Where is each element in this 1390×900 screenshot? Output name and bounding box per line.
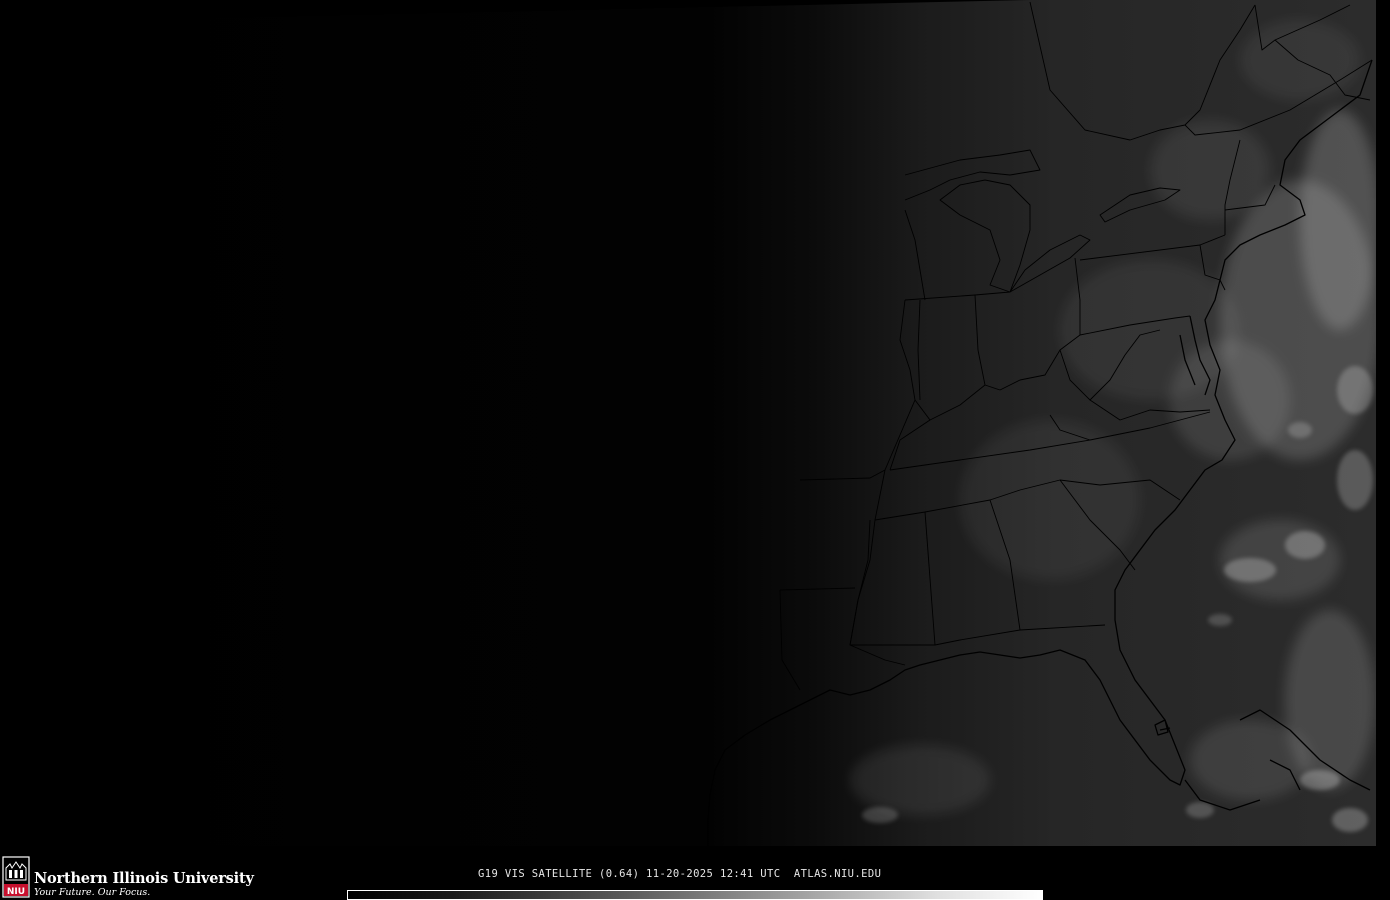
satellite-scene: NIU Northern Illinois University Your Fu… bbox=[0, 0, 1390, 900]
svg-text:NIU: NIU bbox=[7, 887, 25, 897]
university-tagline: Your Future. Our Focus. bbox=[34, 887, 151, 898]
image-footer: NIU Northern Illinois University Your Fu… bbox=[0, 848, 1390, 900]
grayscale-color-bar bbox=[347, 890, 1043, 900]
image-caption: G19 VIS SATELLITE (0.64) 11-20-2025 12:4… bbox=[478, 868, 882, 880]
no-data-edge bbox=[1376, 0, 1390, 848]
niu-logo: NIU Northern Illinois University Your Fu… bbox=[2, 856, 254, 900]
satellite-map bbox=[38, 0, 1390, 848]
niu-seal-icon: NIU bbox=[2, 856, 30, 898]
university-name: Northern Illinois University bbox=[34, 870, 254, 887]
